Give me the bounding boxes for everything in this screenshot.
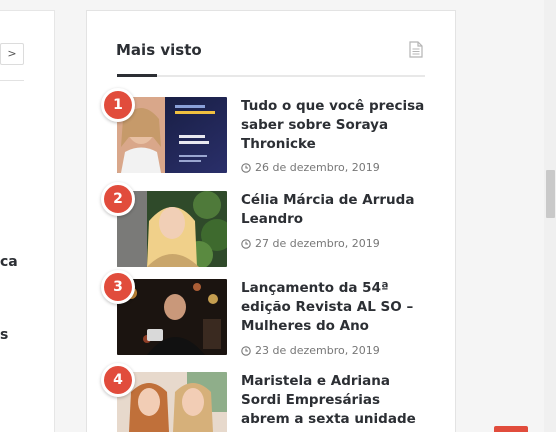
left-widget-partial: > ca s xyxy=(0,10,55,432)
post-title-link[interactable]: Célia Márcia de Arruda Leandro xyxy=(241,191,431,229)
clock-icon xyxy=(241,345,251,356)
left-text-fragment: ca xyxy=(0,254,18,270)
post-title-link[interactable]: Lançamento da 54ª edição Revista AL SO –… xyxy=(241,279,431,336)
post-date: 26 de dezembro, 2019 xyxy=(241,161,380,174)
post-date-text: 26 de dezembro, 2019 xyxy=(255,161,380,174)
post-title-link[interactable]: Maristela e Adriana Sordi Empresárias ab… xyxy=(241,372,431,432)
widget-title: Mais visto xyxy=(116,41,202,59)
post-date: 27 de dezembro, 2019 xyxy=(241,237,380,250)
clock-icon xyxy=(241,238,251,249)
post-item[interactable]: 4 Maristela e Adriana Sordi Empresárias … xyxy=(101,363,427,432)
post-title-link[interactable]: Tudo o que você precisa saber sobre Sora… xyxy=(241,97,431,154)
document-icon xyxy=(409,41,423,58)
clock-icon xyxy=(241,162,251,173)
left-text-fragment: s xyxy=(0,327,9,343)
rank-badge: 1 xyxy=(101,88,135,122)
post-item[interactable]: 2 Célia Márcia de Arruda Leandro 27 de d… xyxy=(101,182,427,271)
post-date: 23 de dezembro, 2019 xyxy=(241,344,380,357)
page-scrollbar-thumb[interactable] xyxy=(546,170,555,218)
next-arrow-button[interactable]: > xyxy=(0,43,24,65)
post-date-text: 23 de dezembro, 2019 xyxy=(255,344,380,357)
rank-badge: 4 xyxy=(101,363,135,397)
post-date-text: 27 de dezembro, 2019 xyxy=(255,237,380,250)
rank-badge: 3 xyxy=(101,270,135,304)
post-item[interactable]: 3 Lançamento da 54ª edição Revista AL SO… xyxy=(101,270,427,359)
post-item[interactable]: 1 Tudo o que você precisa saber sobre So… xyxy=(101,88,427,177)
back-to-top-button[interactable] xyxy=(494,426,528,432)
title-divider-active xyxy=(117,74,157,77)
title-divider xyxy=(117,75,425,77)
rank-badge: 2 xyxy=(101,182,135,216)
most-viewed-widget: Mais visto 1 Tudo o que você precisa sab… xyxy=(86,10,456,432)
left-divider xyxy=(0,80,24,81)
